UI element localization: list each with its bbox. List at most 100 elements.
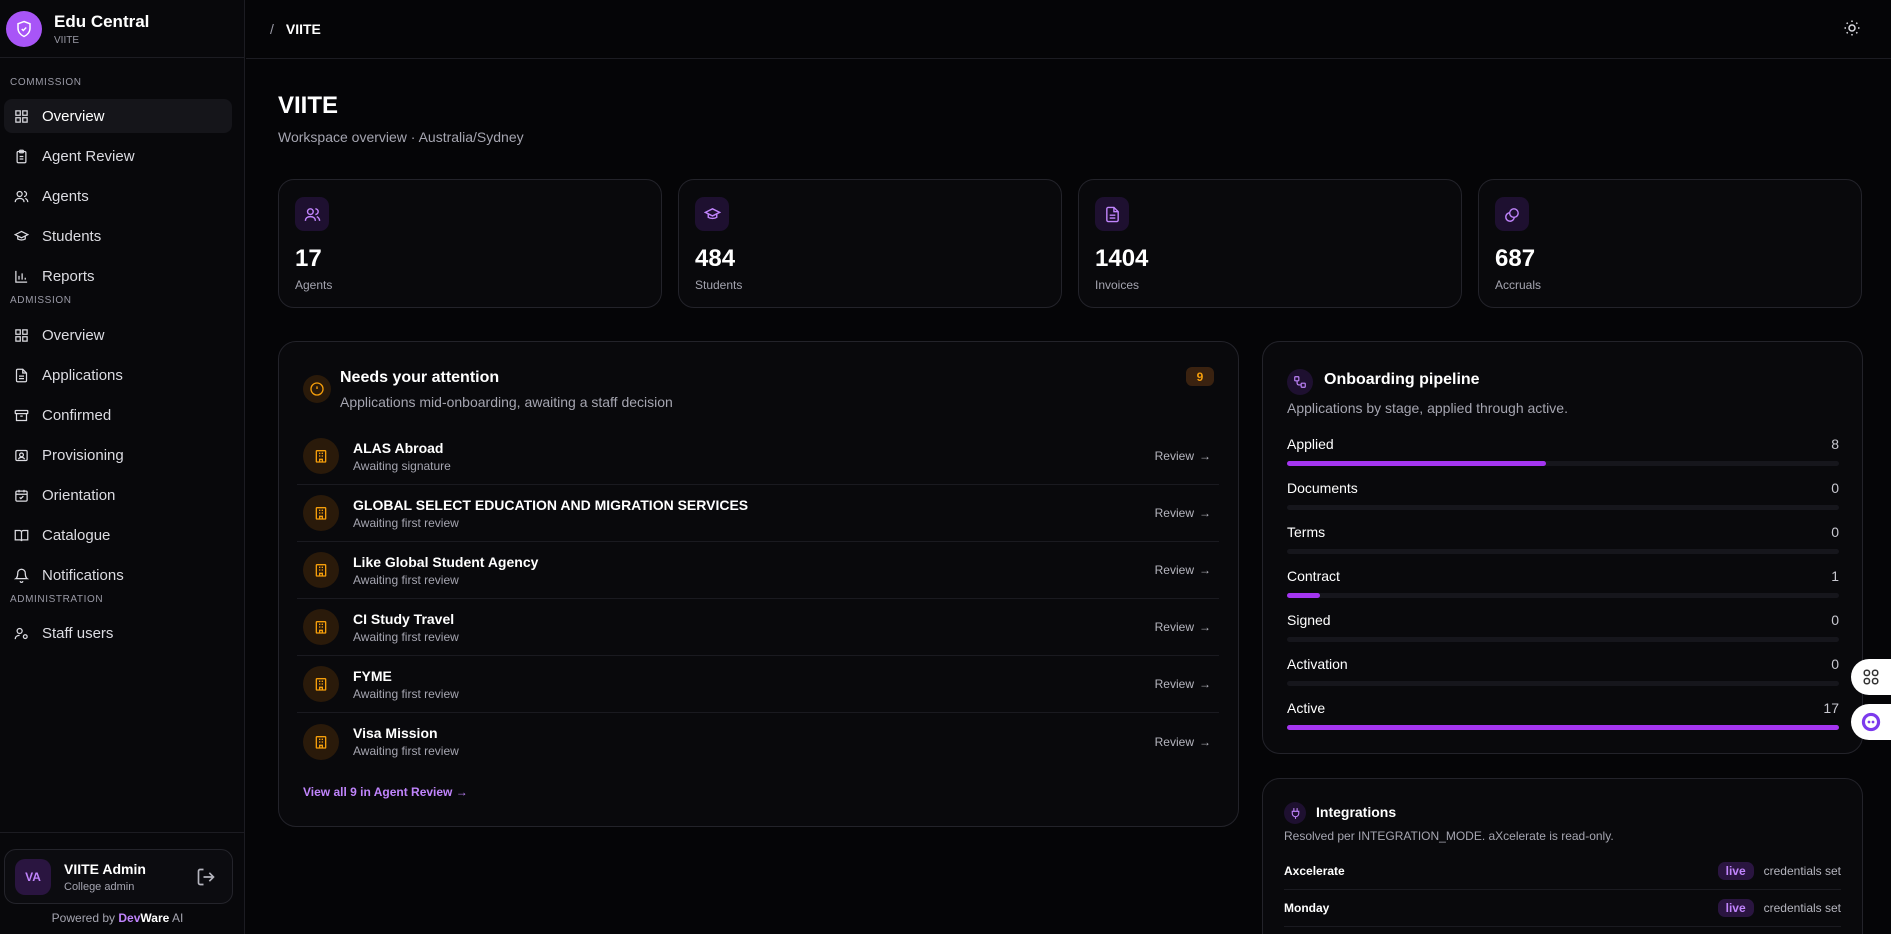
graduation-cap-icon: [695, 197, 729, 231]
list-item[interactable]: ALAS Abroad Awaiting signature Review →: [297, 428, 1219, 485]
stage-progress-bar: [1287, 725, 1839, 730]
users-icon: [295, 197, 329, 231]
brand[interactable]: Edu Central VIITE: [0, 0, 244, 58]
review-button[interactable]: Review →: [1155, 506, 1211, 520]
book-icon: [14, 529, 29, 541]
stage-label: Signed: [1287, 612, 1331, 628]
review-button[interactable]: Review →: [1155, 620, 1211, 634]
sidebar-item-agents[interactable]: Agents: [4, 179, 232, 213]
bell-icon: [14, 568, 29, 583]
stage-label: Activation: [1287, 656, 1348, 672]
user-name: VIITE Admin: [64, 860, 146, 877]
integration-name: Axcelerate: [1284, 864, 1345, 878]
bar-chart-icon: [15, 270, 28, 283]
status-badge: live: [1717, 899, 1754, 917]
integration-note: credentials set: [1763, 901, 1841, 915]
review-button[interactable]: Review →: [1155, 449, 1211, 463]
app-root: Edu Central VIITE COMMISSION Overview Ag…: [0, 0, 1891, 934]
building-icon: [303, 552, 339, 588]
building-icon: [303, 666, 339, 702]
stage-progress-fill: [1287, 593, 1320, 598]
sidebar-item-notifications[interactable]: Notifications: [4, 558, 232, 592]
stat-card-students[interactable]: 484 Students: [678, 179, 1062, 308]
stage-count: 0: [1831, 656, 1839, 672]
user-card[interactable]: VA VIITE Admin College admin: [4, 849, 233, 904]
stage-label: Documents: [1287, 480, 1358, 496]
section-label-admission: ADMISSION: [10, 295, 72, 306]
arrow-right-icon: →: [1199, 677, 1211, 691]
breadcrumb[interactable]: VIITE: [286, 21, 321, 37]
stage-progress-bar: [1287, 593, 1839, 598]
integration-row[interactable]: Axcelerate live credentials set: [1284, 853, 1841, 890]
powered-suffix: AI: [169, 911, 184, 925]
stat-card-accruals[interactable]: 687 Accruals: [1478, 179, 1862, 308]
sidebar-item-applications[interactable]: Applications: [4, 358, 232, 392]
stage-progress-fill: [1287, 725, 1839, 730]
count-badge: 9: [1186, 367, 1214, 386]
archive-icon: [14, 409, 29, 421]
assistant-floating-button[interactable]: [1851, 704, 1891, 740]
agent-name: ALAS Abroad: [353, 439, 444, 456]
sidebar-item-provisioning[interactable]: Provisioning: [4, 438, 232, 472]
sidebar-item-students[interactable]: Students: [4, 219, 232, 253]
sidebar-item-reports[interactable]: Reports: [4, 259, 232, 293]
sidebar-item-staff-users[interactable]: Staff users: [4, 616, 232, 650]
sidebar-item-overview[interactable]: Overview: [4, 99, 232, 133]
stat-card-invoices[interactable]: 1404 Invoices: [1078, 179, 1462, 308]
stage-progress-bar: [1287, 505, 1839, 510]
pipeline-subtitle: Applications by stage, applied through a…: [1287, 400, 1568, 416]
stat-value: 1404: [1095, 245, 1149, 272]
graduation-cap-icon: [14, 230, 29, 241]
logout-icon[interactable]: [196, 867, 216, 887]
stage-label: Terms: [1287, 524, 1326, 540]
apps-floating-button[interactable]: [1851, 659, 1891, 695]
topbar: / VIITE: [246, 0, 1891, 59]
arrow-right-icon: →: [1199, 449, 1211, 463]
stage-progress-bar: [1287, 461, 1839, 466]
stage-progress-bar: [1287, 549, 1839, 554]
attention-card: Needs your attention Applications mid-on…: [278, 341, 1239, 827]
sidebar-item-label: Overview: [42, 107, 105, 125]
sidebar-item-orientation[interactable]: Orientation: [4, 478, 232, 512]
sidebar-item-confirmed[interactable]: Confirmed: [4, 398, 232, 432]
building-icon: [303, 438, 339, 474]
brand-title: Edu Central: [54, 11, 150, 31]
list-item[interactable]: FYME Awaiting first review Review →: [297, 656, 1219, 713]
attention-title: Needs your attention: [340, 369, 500, 386]
list-item[interactable]: Visa Mission Awaiting first review Revie…: [297, 713, 1219, 770]
sun-icon[interactable]: [1843, 19, 1861, 37]
list-item[interactable]: GLOBAL SELECT EDUCATION AND MIGRATION SE…: [297, 485, 1219, 542]
stat-label: Agents: [295, 278, 333, 292]
powered-brand-dev: Dev: [118, 911, 141, 925]
status-badge: live: [1717, 862, 1754, 880]
brand-subtitle: VIITE: [54, 34, 80, 46]
agent-name: Like Global Student Agency: [353, 553, 539, 570]
agent-status: Awaiting first review: [353, 686, 459, 701]
list-item[interactable]: Like Global Student Agency Awaiting firs…: [297, 542, 1219, 599]
stage-label: Active: [1287, 700, 1326, 716]
list-item[interactable]: CI Study Travel Awaiting first review Re…: [297, 599, 1219, 656]
review-button[interactable]: Review →: [1155, 677, 1211, 691]
integration-row[interactable]: Monday live credentials set: [1284, 890, 1841, 927]
sidebar-item-catalogue[interactable]: Catalogue: [4, 518, 232, 552]
view-all-link[interactable]: View all 9 in Agent Review →: [303, 785, 468, 799]
review-button[interactable]: Review →: [1155, 735, 1211, 749]
stage-count: 8: [1831, 436, 1839, 452]
alert-circle-icon: [303, 375, 331, 403]
pipeline-stage-active: Active 17: [1287, 700, 1839, 730]
stat-label: Students: [695, 278, 743, 292]
review-button[interactable]: Review →: [1155, 563, 1211, 577]
grid-icon: [15, 328, 28, 342]
building-icon: [303, 609, 339, 645]
sidebar-item-admission-overview[interactable]: Overview: [4, 318, 232, 352]
stat-card-agents[interactable]: 17 Agents: [278, 179, 662, 308]
powered-by: Powered by DevWare AI: [0, 911, 235, 925]
agent-status: Awaiting first review: [353, 744, 459, 758]
sidebar-divider: [0, 832, 245, 833]
page-title: VIITE: [278, 92, 339, 119]
arrow-right-icon: →: [1199, 734, 1211, 749]
review-label: Review: [1154, 677, 1194, 691]
grid-icon: [15, 109, 28, 123]
sidebar-item-agent-review[interactable]: Agent Review: [4, 139, 232, 173]
file-icon: [15, 368, 28, 382]
